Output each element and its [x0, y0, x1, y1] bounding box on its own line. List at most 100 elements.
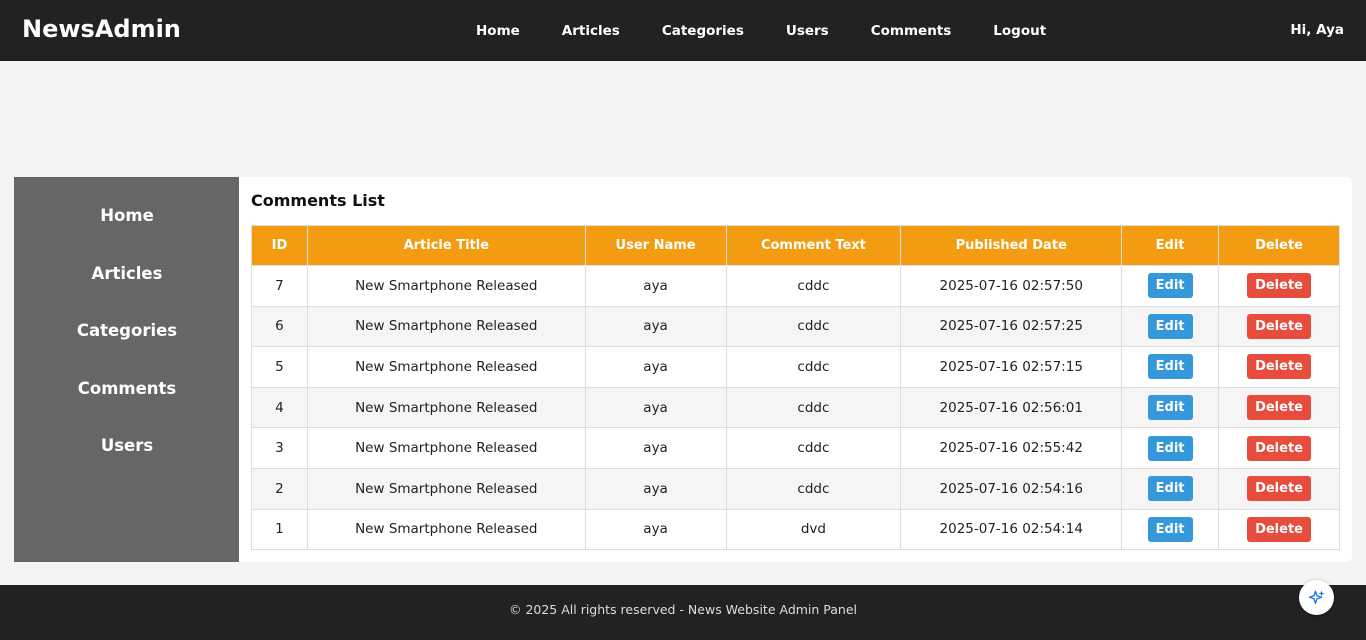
cell-edit: Edit	[1121, 427, 1220, 469]
table-row: 7 New Smartphone Released aya cddc 2025-…	[251, 265, 1340, 307]
edit-button[interactable]: Edit	[1147, 516, 1193, 542]
nav-categories[interactable]: Categories	[662, 23, 744, 39]
comments-table: ID Article Title User Name Comment Text …	[251, 225, 1340, 551]
nav-articles[interactable]: Articles	[562, 23, 620, 39]
edit-button[interactable]: Edit	[1147, 354, 1193, 380]
cell-comment-text: cddc	[725, 346, 902, 388]
cell-published-date: 2025-07-16 02:57:50	[900, 265, 1123, 307]
col-published-date: Published Date	[900, 225, 1123, 266]
cell-user-name: aya	[584, 508, 727, 551]
cell-user-name: aya	[584, 265, 727, 307]
col-user-name: User Name	[584, 225, 727, 266]
table-row: 3 New Smartphone Released aya cddc 2025-…	[251, 427, 1340, 469]
cell-edit: Edit	[1121, 508, 1220, 551]
cell-id: 4	[251, 386, 308, 429]
cell-published-date: 2025-07-16 02:56:01	[900, 386, 1123, 429]
top-nav: Home Articles Categories Users Comments …	[455, 0, 1067, 61]
sidebar-item-categories[interactable]: Categories	[14, 321, 240, 379]
cell-delete: Delete	[1218, 305, 1340, 348]
table-row: 1 New Smartphone Released aya dvd 2025-0…	[251, 508, 1340, 551]
cell-id: 2	[251, 467, 308, 510]
col-delete: Delete	[1218, 225, 1340, 266]
sidebar-item-articles[interactable]: Articles	[14, 264, 240, 322]
delete-button[interactable]: Delete	[1247, 273, 1311, 299]
cell-published-date: 2025-07-16 02:55:42	[900, 427, 1123, 469]
cell-id: 1	[251, 508, 308, 551]
cell-edit: Edit	[1121, 386, 1220, 429]
table-header-row: ID Article Title User Name Comment Text …	[251, 225, 1340, 266]
edit-button[interactable]: Edit	[1147, 273, 1193, 299]
main-content: Comments List ID Article Title User Name…	[239, 177, 1352, 562]
edit-button[interactable]: Edit	[1147, 313, 1193, 339]
cell-id: 6	[251, 305, 308, 348]
col-article-title: Article Title	[306, 225, 586, 266]
cell-user-name: aya	[584, 467, 727, 510]
assistant-button[interactable]	[1299, 580, 1334, 615]
footer: © 2025 All rights reserved - News Websit…	[0, 585, 1366, 640]
cell-comment-text: cddc	[725, 265, 902, 307]
cell-article-title: New Smartphone Released	[306, 386, 586, 429]
cell-delete: Delete	[1218, 265, 1340, 307]
cell-article-title: New Smartphone Released	[306, 467, 586, 510]
col-comment-text: Comment Text	[725, 225, 902, 266]
sidebar: Home Articles Categories Comments Users	[14, 177, 240, 562]
sparkle-icon	[1308, 590, 1324, 604]
cell-published-date: 2025-07-16 02:54:14	[900, 508, 1123, 551]
cell-comment-text: cddc	[725, 427, 902, 469]
cell-comment-text: cddc	[725, 305, 902, 348]
cell-delete: Delete	[1218, 427, 1340, 469]
nav-comments[interactable]: Comments	[871, 23, 952, 39]
delete-button[interactable]: Delete	[1247, 476, 1311, 502]
cell-published-date: 2025-07-16 02:57:15	[900, 346, 1123, 388]
page-title: Comments List	[251, 191, 385, 210]
nav-users[interactable]: Users	[786, 23, 829, 39]
cell-user-name: aya	[584, 386, 727, 429]
table-row: 5 New Smartphone Released aya cddc 2025-…	[251, 346, 1340, 388]
cell-delete: Delete	[1218, 346, 1340, 388]
cell-article-title: New Smartphone Released	[306, 427, 586, 469]
cell-article-title: New Smartphone Released	[306, 346, 586, 388]
cell-published-date: 2025-07-16 02:57:25	[900, 305, 1123, 348]
table-row: 4 New Smartphone Released aya cddc 2025-…	[251, 386, 1340, 429]
delete-button[interactable]: Delete	[1247, 395, 1311, 421]
delete-button[interactable]: Delete	[1247, 354, 1311, 380]
edit-button[interactable]: Edit	[1147, 435, 1193, 461]
edit-button[interactable]: Edit	[1147, 476, 1193, 502]
delete-button[interactable]: Delete	[1247, 516, 1311, 542]
delete-button[interactable]: Delete	[1247, 313, 1311, 339]
cell-edit: Edit	[1121, 305, 1220, 348]
cell-comment-text: cddc	[725, 467, 902, 510]
cell-comment-text: cddc	[725, 386, 902, 429]
cell-published-date: 2025-07-16 02:54:16	[900, 467, 1123, 510]
top-navbar: NewsAdmin Home Articles Categories Users…	[0, 0, 1366, 61]
sidebar-item-home[interactable]: Home	[14, 206, 240, 264]
nav-home[interactable]: Home	[476, 23, 520, 39]
cell-user-name: aya	[584, 346, 727, 388]
user-greeting: Hi, Aya	[1290, 22, 1344, 38]
sidebar-item-comments[interactable]: Comments	[14, 379, 240, 437]
nav-logout[interactable]: Logout	[993, 23, 1046, 39]
cell-edit: Edit	[1121, 346, 1220, 388]
cell-delete: Delete	[1218, 386, 1340, 429]
cell-user-name: aya	[584, 305, 727, 348]
cell-article-title: New Smartphone Released	[306, 508, 586, 551]
table-row: 2 New Smartphone Released aya cddc 2025-…	[251, 467, 1340, 510]
cell-delete: Delete	[1218, 508, 1340, 551]
cell-edit: Edit	[1121, 467, 1220, 510]
edit-button[interactable]: Edit	[1147, 395, 1193, 421]
brand-logo[interactable]: NewsAdmin	[22, 15, 181, 43]
cell-id: 5	[251, 346, 308, 388]
cell-article-title: New Smartphone Released	[306, 305, 586, 348]
cell-id: 7	[251, 265, 308, 307]
delete-button[interactable]: Delete	[1247, 435, 1311, 461]
cell-delete: Delete	[1218, 467, 1340, 510]
footer-copyright: © 2025 All rights reserved - News Websit…	[508, 602, 858, 617]
cell-id: 3	[251, 427, 308, 469]
cell-edit: Edit	[1121, 265, 1220, 307]
cell-user-name: aya	[584, 427, 727, 469]
sidebar-item-users[interactable]: Users	[14, 436, 240, 494]
col-edit: Edit	[1121, 225, 1220, 266]
cell-article-title: New Smartphone Released	[306, 265, 586, 307]
table-row: 6 New Smartphone Released aya cddc 2025-…	[251, 305, 1340, 348]
cell-comment-text: dvd	[725, 508, 902, 551]
